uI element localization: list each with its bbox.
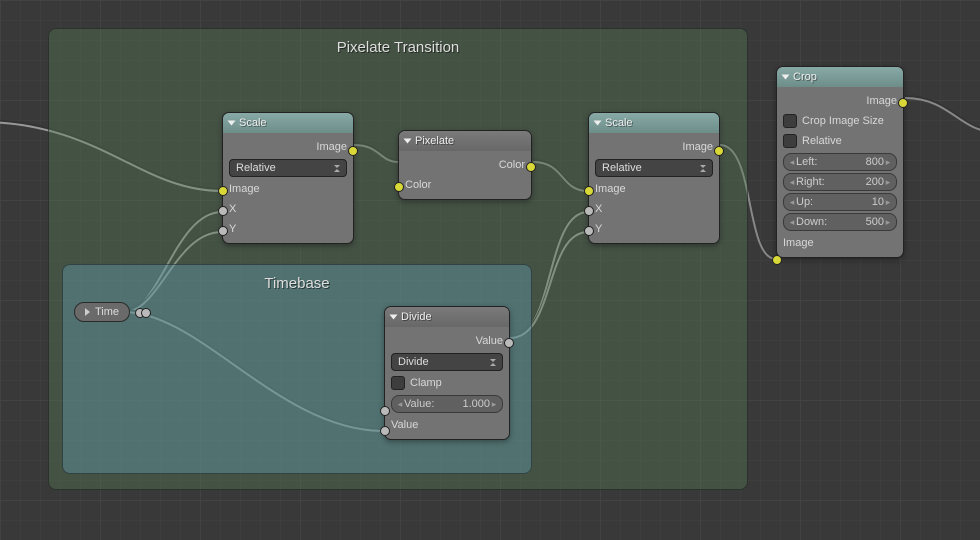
socket-in-value-a[interactable] — [380, 406, 390, 416]
crop-imagesize-checkbox[interactable] — [783, 114, 797, 128]
scale-mode-select[interactable]: Relative — [229, 159, 347, 177]
node-time-collapsed[interactable]: Time — [74, 302, 130, 322]
crop-down-input[interactable]: ◂Down:500▸ — [783, 213, 897, 231]
node-divide[interactable]: Divide Value Divide Clamp ◂Value:1.000▸ … — [384, 306, 510, 440]
node-title: Pixelate — [415, 135, 454, 147]
node-header[interactable]: Scale — [589, 113, 719, 133]
node-header[interactable]: Pixelate — [399, 131, 531, 151]
dropdown-icon — [334, 165, 340, 172]
node-header[interactable]: Crop — [777, 67, 903, 87]
socket-in-value-b[interactable] — [380, 426, 390, 436]
socket-out-image[interactable] — [348, 146, 358, 156]
input-label: Color — [405, 179, 431, 191]
socket-out-time-b[interactable] — [141, 308, 151, 318]
collapse-icon[interactable] — [404, 139, 412, 144]
socket-in-x[interactable] — [218, 206, 228, 216]
value-input[interactable]: ◂Value:1.000▸ — [391, 395, 503, 413]
clamp-checkbox[interactable] — [391, 376, 405, 390]
input-label: Image — [595, 183, 626, 195]
crop-left-input[interactable]: ◂Left:800▸ — [783, 153, 897, 171]
output-label: Image — [866, 95, 897, 107]
node-title: Scale — [605, 117, 633, 129]
socket-out-image[interactable] — [898, 98, 908, 108]
socket-in-image[interactable] — [584, 186, 594, 196]
socket-in-image[interactable] — [218, 186, 228, 196]
input-label: X — [229, 203, 236, 215]
frame-title: Timebase — [63, 265, 531, 302]
node-title: Scale — [239, 117, 267, 129]
output-label: Color — [499, 159, 525, 171]
node-crop[interactable]: Crop Image Crop Image Size Relative ◂Lef… — [776, 66, 904, 258]
dropdown-icon — [490, 359, 496, 366]
input-label: Image — [783, 237, 814, 249]
crop-up-input[interactable]: ◂Up:10▸ — [783, 193, 897, 211]
checkbox-label: Relative — [802, 135, 842, 147]
collapse-icon[interactable] — [390, 315, 398, 320]
socket-in-x[interactable] — [584, 206, 594, 216]
node-title: Crop — [793, 71, 817, 83]
scale-mode-select[interactable]: Relative — [595, 159, 713, 177]
crop-right-input[interactable]: ◂Right:200▸ — [783, 173, 897, 191]
collapse-icon[interactable] — [782, 75, 790, 80]
input-label: Y — [595, 223, 602, 235]
node-scale-2[interactable]: Scale Image Relative Image X Y — [588, 112, 720, 244]
node-title: Time — [95, 306, 119, 318]
collapse-icon[interactable] — [228, 121, 236, 126]
output-label: Value — [476, 335, 503, 347]
input-label: X — [595, 203, 602, 215]
math-op-select[interactable]: Divide — [391, 353, 503, 371]
socket-out-value[interactable] — [504, 338, 514, 348]
output-label: Image — [316, 141, 347, 153]
socket-in-color[interactable] — [394, 182, 404, 192]
node-scale-1[interactable]: Scale Image Relative Image X Y — [222, 112, 354, 244]
node-title: Divide — [401, 311, 432, 323]
checkbox-label: Crop Image Size — [802, 115, 884, 127]
crop-relative-checkbox[interactable] — [783, 134, 797, 148]
input-label: Y — [229, 223, 236, 235]
node-header[interactable]: Divide — [385, 307, 509, 327]
node-pixelate[interactable]: Pixelate Color Color — [398, 130, 532, 200]
node-header[interactable]: Scale — [223, 113, 353, 133]
socket-in-y[interactable] — [218, 226, 228, 236]
socket-out-image[interactable] — [714, 146, 724, 156]
socket-in-y[interactable] — [584, 226, 594, 236]
socket-out-color[interactable] — [526, 162, 536, 172]
socket-in-image[interactable] — [772, 255, 782, 265]
expand-icon[interactable] — [85, 308, 90, 316]
input-label: Image — [229, 183, 260, 195]
output-label: Image — [682, 141, 713, 153]
dropdown-icon — [700, 165, 706, 172]
frame-title: Pixelate Transition — [49, 29, 747, 66]
collapse-icon[interactable] — [594, 121, 602, 126]
checkbox-label: Clamp — [410, 377, 442, 389]
input-label: Value — [391, 419, 418, 431]
